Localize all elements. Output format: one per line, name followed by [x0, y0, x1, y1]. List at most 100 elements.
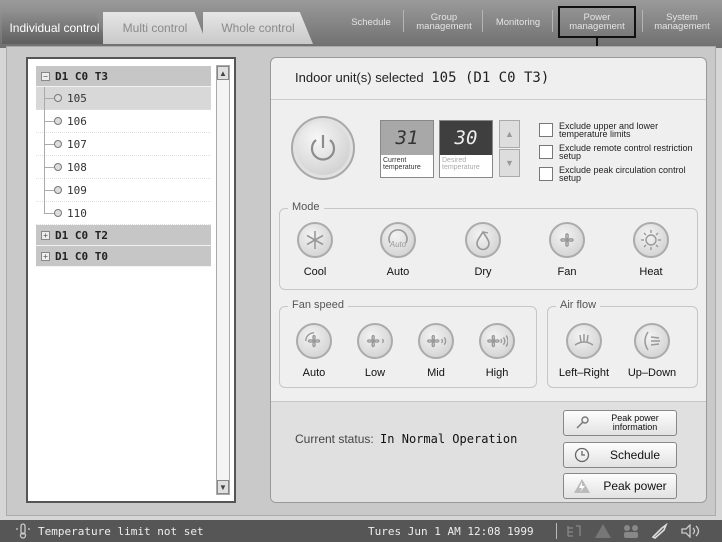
tree-unit-110[interactable]: 110 — [36, 202, 211, 225]
peak-power-button[interactable]: Peak power — [563, 473, 677, 499]
tree-connector — [44, 144, 54, 145]
fan-speed-high-label: High — [485, 367, 509, 379]
mode-dry-label: Dry — [474, 266, 492, 278]
tree-unit-105[interactable]: 105 — [36, 87, 211, 110]
mode-auto-label: Auto — [386, 266, 410, 278]
checkbox-box[interactable] — [539, 167, 553, 181]
mode-cool-label: Cool — [303, 266, 327, 278]
nav-power-management[interactable]: Power management — [558, 6, 636, 38]
tree-unit-106[interactable]: 106 — [36, 110, 211, 133]
mode-auto-button[interactable]: Auto — [380, 222, 416, 258]
exclude-peak-circulation-checkbox[interactable]: Exclude peak circulation control setup — [539, 165, 699, 183]
network-icon — [566, 524, 582, 541]
mode-dry-button[interactable] — [465, 222, 501, 258]
checkbox-box[interactable] — [539, 123, 553, 137]
tab-individual-control[interactable]: Individual control — [2, 12, 107, 44]
tree-group-d1c0t2[interactable]: + D1 C0 T2 — [36, 225, 211, 246]
peak-power-label: Peak power — [603, 479, 667, 493]
checkbox-label: Exclude peak circulation control setup — [559, 165, 686, 183]
clock-icon — [570, 447, 594, 463]
top-bar: Individual control Multi control Whole c… — [0, 0, 722, 48]
desired-temperature-caption: Desired temperature — [442, 157, 480, 171]
tree-unit-107[interactable]: 107 — [36, 133, 211, 156]
tree-group-d1c0t3[interactable]: − D1 C0 T3 — [36, 66, 211, 87]
tree-unit-label: 110 — [67, 206, 87, 220]
status-message: Temperature limit not set — [38, 525, 204, 538]
expand-icon[interactable]: + — [41, 251, 50, 261]
tab-multi-control[interactable]: Multi control — [103, 12, 207, 44]
current-status: Current status: In Normal Operation — [295, 432, 517, 446]
fan-speed-group: Fan speed Auto Low Mid High — [279, 299, 537, 388]
checkbox-box[interactable] — [539, 145, 553, 159]
tree-connector — [44, 121, 54, 122]
exclude-remote-control-checkbox[interactable]: Exclude remote control restriction setup — [539, 144, 699, 161]
tree-connector — [44, 98, 54, 99]
collapse-icon[interactable]: − — [41, 71, 50, 81]
tree-unit-label: 105 — [67, 91, 87, 105]
scroll-down-icon[interactable]: ▼ — [217, 480, 229, 494]
fan-speed-auto-button[interactable] — [296, 323, 332, 359]
tree-group-label: D1 C0 T2 — [55, 228, 108, 242]
mode-cool-button[interactable] — [297, 222, 333, 258]
sound-icon — [680, 523, 702, 541]
temperature-down-button[interactable]: ▼ — [499, 149, 520, 177]
fan-speed-high-button[interactable] — [479, 323, 515, 359]
air-flow-title: Air flow — [556, 299, 601, 311]
tree-unit-label: 108 — [67, 160, 87, 174]
auto-icon: Auto — [388, 229, 408, 249]
air-flow-left-right-button[interactable] — [566, 323, 602, 359]
wrench-icon — [570, 415, 594, 431]
nav-system-management[interactable]: System management — [646, 6, 718, 38]
desired-temperature-display: 30 Desired temperature — [439, 120, 493, 178]
nav-monitoring[interactable]: Monitoring — [487, 6, 549, 38]
nav-divider — [482, 10, 483, 32]
fan-speed-low-label: Low — [364, 367, 386, 379]
unit-tree: − D1 C0 T3 105 106 107 108 109 110 + D1 … — [36, 66, 211, 267]
air-flow-left-right-label: Left–Right — [558, 367, 610, 379]
fan-speed-low-button[interactable] — [357, 323, 393, 359]
nav-divider — [403, 10, 404, 32]
users-icon — [622, 523, 642, 542]
air-flow-up-down-button[interactable] — [634, 323, 670, 359]
fan-mid-icon — [427, 334, 447, 348]
tree-group-d1c0t0[interactable]: + D1 C0 T0 — [36, 246, 211, 267]
mode-heat-button[interactable] — [633, 222, 669, 258]
fan-speed-title: Fan speed — [288, 299, 348, 311]
nav-group-management[interactable]: Group management — [408, 6, 480, 38]
mode-fan-button[interactable] — [549, 222, 585, 258]
tree-unit-108[interactable]: 108 — [36, 156, 211, 179]
fan-high-icon — [487, 334, 508, 348]
selected-units-value: 105 (D1 C0 T3) — [431, 70, 550, 86]
checkbox-label: Exclude upper and lower temperature limi… — [559, 121, 659, 139]
fan-speed-mid-button[interactable] — [418, 323, 454, 359]
exclude-temp-limits-checkbox[interactable]: Exclude upper and lower temperature limi… — [539, 121, 699, 139]
status-area: Current status: In Normal Operation Peak… — [271, 401, 706, 502]
schedule-button[interactable]: Schedule — [563, 442, 677, 468]
tree-scrollbar[interactable]: ▲ ▼ — [216, 65, 230, 495]
unit-bullet-icon — [54, 117, 62, 125]
temperature-up-button[interactable]: ▲ — [499, 120, 520, 148]
unit-tree-panel: − D1 C0 T3 105 106 107 108 109 110 + D1 … — [26, 57, 236, 503]
fan-speed-auto-label: Auto — [302, 367, 326, 379]
header-divider — [271, 99, 706, 100]
thermometer-icon — [14, 523, 32, 542]
mode-fan-label: Fan — [557, 266, 577, 278]
power-button[interactable] — [291, 116, 355, 180]
nav-schedule[interactable]: Schedule — [342, 6, 400, 38]
scroll-up-icon[interactable]: ▲ — [217, 66, 229, 80]
fan-icon — [560, 233, 574, 247]
mode-title: Mode — [288, 201, 324, 213]
peak-power-information-label: Peak power information — [611, 413, 659, 432]
power-icon — [310, 135, 336, 161]
tree-unit-label: 107 — [67, 137, 87, 151]
peak-power-information-button[interactable]: Peak power information — [563, 410, 677, 436]
tree-unit-109[interactable]: 109 — [36, 179, 211, 202]
mode-heat-label: Heat — [639, 266, 663, 278]
selected-units-label: Indoor unit(s) selected — [295, 70, 424, 85]
expand-icon[interactable]: + — [41, 230, 50, 240]
tree-group-label: D1 C0 T3 — [55, 69, 108, 83]
tab-whole-control[interactable]: Whole control — [203, 12, 313, 44]
air-flow-group: Air flow Left–Right Up–Down — [547, 299, 698, 388]
tree-unit-label: 109 — [67, 183, 87, 197]
bottom-status-bar: Temperature limit not set Tures Jun 1 AM… — [0, 520, 722, 542]
